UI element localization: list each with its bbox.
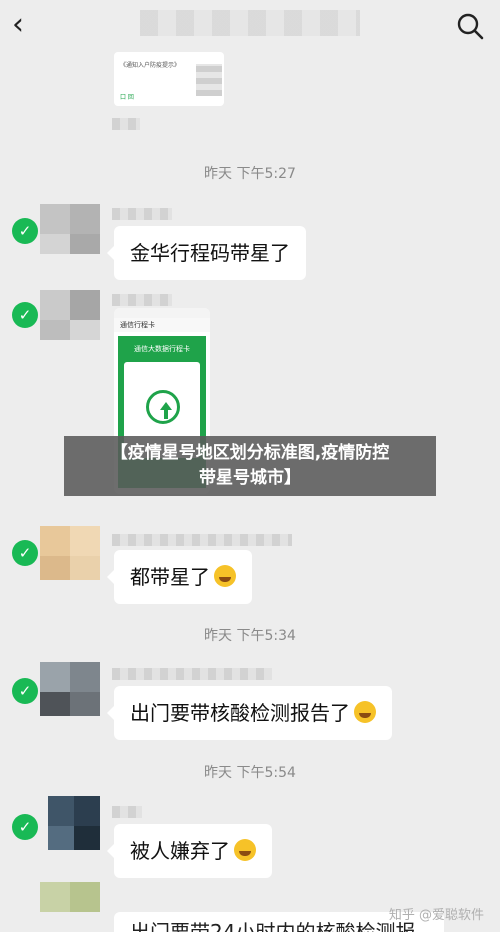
watermark: 知乎 @爱聪软件 xyxy=(388,908,484,923)
blurred-nickname xyxy=(112,118,140,130)
phone-status-bar xyxy=(114,308,210,318)
message-bubble[interactable]: 金华行程码带星了 xyxy=(107,226,306,280)
message-text: 金华行程码带星了 xyxy=(130,241,290,265)
thinking-emoji-icon xyxy=(234,839,256,861)
avatar[interactable] xyxy=(12,662,100,726)
up-arrow-icon xyxy=(146,390,180,424)
blurred-nickname xyxy=(112,534,292,546)
shared-card-caption: 《通知入户防疫提示》 xyxy=(120,62,181,69)
message-text: 出门要带24小时内的核酸检测报 xyxy=(130,920,416,932)
avatar[interactable] xyxy=(12,526,100,590)
shared-card-thumbnail xyxy=(196,64,222,96)
timestamp: 昨天 下午5:54 xyxy=(204,765,296,781)
trip-card-title: 通信大数据行程卡 xyxy=(134,345,190,353)
timestamp: 昨天 下午5:34 xyxy=(204,628,296,644)
trip-card-header: 通信行程卡 xyxy=(114,318,210,332)
banner-line-1: 【疫情星号地区划分标准图,疫情防控 xyxy=(110,443,390,463)
chat-title-blurred xyxy=(140,10,360,36)
shared-document-card[interactable]: 《通知入户防疫提示》 口 回 xyxy=(114,52,224,106)
message-bubble[interactable]: 出门要带核酸检测报告了 xyxy=(107,686,392,740)
blurred-nickname xyxy=(112,208,172,220)
crying-laughing-emoji-icon xyxy=(214,565,236,587)
back-chevron-icon[interactable]: ‹ xyxy=(12,10,42,40)
avatar[interactable] xyxy=(12,290,100,354)
message-bubble[interactable]: 都带星了 xyxy=(107,550,252,604)
avatar[interactable] xyxy=(12,882,100,932)
message-bubble[interactable]: 被人嫌弃了 xyxy=(107,824,272,878)
message-text: 都带星了 xyxy=(130,565,210,589)
shared-card-footer: 口 回 xyxy=(120,94,134,101)
blurred-nickname xyxy=(112,294,172,306)
avatar[interactable] xyxy=(12,204,100,268)
title-banner: 【疫情星号地区划分标准图,疫情防控 带星号城市】 xyxy=(64,436,436,496)
blurred-nickname xyxy=(112,806,142,818)
search-icon[interactable] xyxy=(456,12,484,40)
timestamp: 昨天 下午5:27 xyxy=(204,166,296,182)
avatar[interactable] xyxy=(12,796,100,860)
chat-header: ‹ xyxy=(0,0,500,52)
banner-line-2: 带星号城市】 xyxy=(199,468,301,488)
message-text: 被人嫌弃了 xyxy=(130,839,230,863)
crying-laughing-emoji-icon xyxy=(354,701,376,723)
blurred-nickname xyxy=(112,668,272,680)
message-text: 出门要带核酸检测报告了 xyxy=(130,701,350,725)
